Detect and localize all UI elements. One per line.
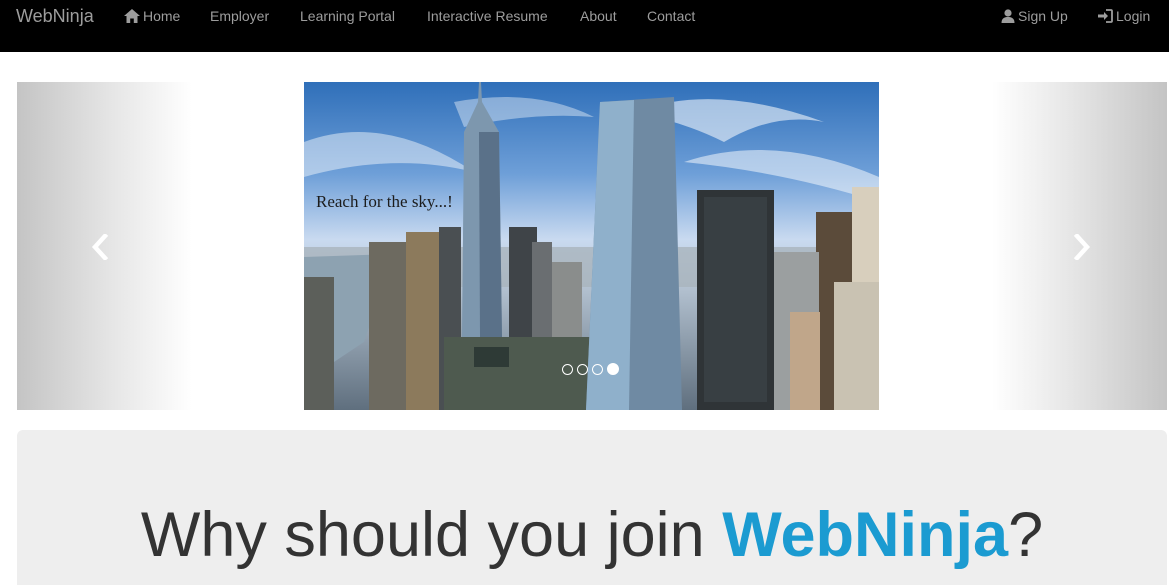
user-icon <box>1001 9 1015 23</box>
nav-item-learning-portal[interactable]: Learning Portal <box>300 8 395 24</box>
carousel-slide: Reach for the sky...! <box>304 82 879 410</box>
nav-item-label: Home <box>143 8 181 24</box>
nav-item-login[interactable]: Login <box>1098 8 1150 24</box>
home-icon <box>124 9 140 23</box>
nav-item-label: Learning Portal <box>300 8 395 24</box>
chevron-left-icon <box>91 234 109 260</box>
headline-prefix: Why should you join <box>140 500 723 570</box>
nav-item-home[interactable]: Home <box>124 8 180 24</box>
nav-item-label: Contact <box>647 8 696 24</box>
headline-brand: WebNinja <box>722 500 1009 570</box>
carousel-indicator[interactable] <box>562 363 573 375</box>
navbar-brand[interactable]: WebNinja <box>16 6 94 26</box>
nav-item-sign-up[interactable]: Sign Up <box>1001 8 1068 24</box>
city-skyline-image <box>304 82 879 410</box>
headline-suffix: ? <box>1008 500 1044 570</box>
carousel-indicators <box>562 363 619 375</box>
nav-item-interactive-resume[interactable]: Interactive Resume <box>427 8 548 24</box>
chevron-right-icon <box>1073 234 1091 260</box>
carousel-caption: Reach for the sky...! <box>316 192 453 211</box>
nav-item-label: Sign Up <box>1018 8 1068 24</box>
carousel: Reach for the sky...! <box>17 82 1167 410</box>
nav-item-label: Login <box>1116 8 1151 24</box>
nav-item-about[interactable]: About <box>580 8 617 24</box>
navbar: WebNinja Home Employer Learning Portal I… <box>0 0 1169 52</box>
carousel-indicator[interactable] <box>592 363 603 375</box>
carousel-indicator[interactable] <box>577 363 588 375</box>
carousel-prev-button[interactable] <box>85 230 115 264</box>
nav-item-label: Employer <box>210 8 270 24</box>
jumbotron: Why should you join WebNinja? <box>17 430 1167 585</box>
page-headline: Why should you join WebNinja? <box>17 500 1167 570</box>
nav-item-label: About <box>580 8 617 24</box>
nav-item-label: Interactive Resume <box>427 8 548 24</box>
nav-item-contact[interactable]: Contact <box>647 8 695 24</box>
nav-item-employer[interactable]: Employer <box>210 8 269 24</box>
login-icon <box>1098 9 1113 23</box>
carousel-indicator-active[interactable] <box>607 363 619 375</box>
carousel-next-button[interactable] <box>1067 230 1097 264</box>
